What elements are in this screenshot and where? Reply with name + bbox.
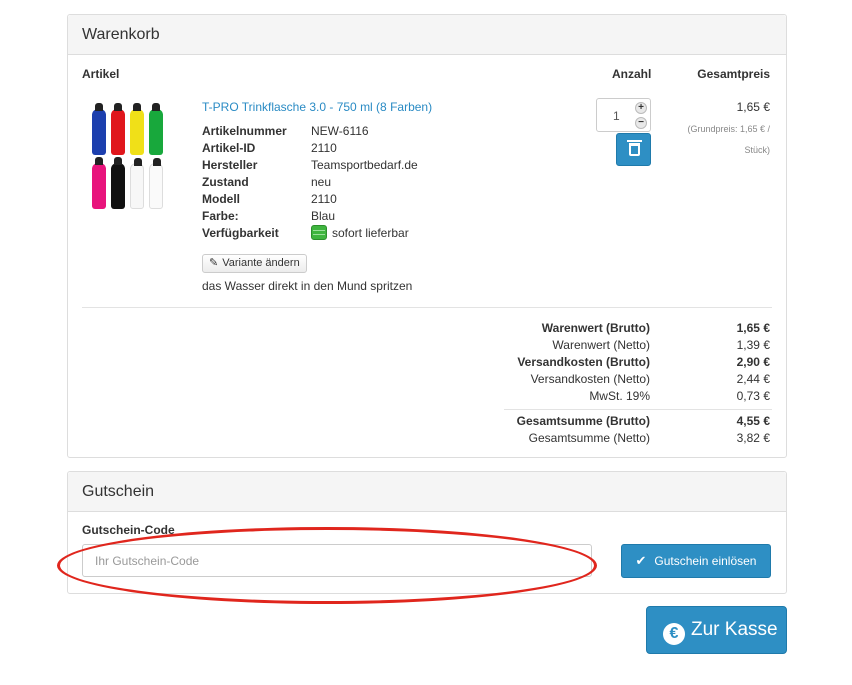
spec-label: Hersteller [202,158,258,172]
column-header-quantity: Anzahl [612,67,652,81]
checkout-button[interactable]: € Zur Kasse [646,606,787,654]
stock-status-icon [311,225,327,240]
spec-value: 2110 [311,141,337,155]
summary-value: 1,65 € [736,321,770,335]
bottle-red [111,103,125,155]
checkmark-icon: ✔ [635,553,647,568]
summary-value: 3,82 € [736,431,770,445]
summary-label: Gesamtsumme (Brutto) [516,414,650,428]
spec-label: Zustand [202,175,249,189]
bottle-white [130,158,144,209]
euro-icon: € [663,623,685,645]
divider [82,307,772,308]
summary-label: Warenwert (Netto) [552,338,650,352]
pencil-icon: ✎ [209,257,219,269]
spec-value: neu [311,175,332,189]
item-price: 1,65 € [736,100,770,114]
bottle-yellow [130,103,144,155]
summary-label: Gesamtsumme (Netto) [528,431,650,445]
checkout-label: Zur Kasse [691,619,778,640]
spec-label: Artikelnummer [202,124,287,138]
column-header-total: Gesamtpreis [697,67,770,81]
spec-value: 2110 [311,192,337,206]
column-header-article: Artikel [82,67,120,81]
summary-label: Versandkosten (Brutto) [517,355,650,369]
spec-label: Verfügbarkeit [202,226,279,240]
summary-value: 2,44 € [736,372,770,386]
increment-icon[interactable]: + [635,102,647,114]
cart-heading: Warenkorb [68,15,786,55]
bottle-black [111,157,125,209]
summary-label: MwSt. 19% [589,389,650,403]
base-price: (Grundpreis: 1,65 € / Stück) [687,124,770,155]
decrement-icon[interactable]: − [635,117,647,129]
summary-value: 4,55 € [736,414,770,428]
product-title-link[interactable]: T-PRO Trinkflasche 3.0 - 750 ml (8 Farbe… [202,100,432,114]
bottle-clear [149,158,163,209]
voucher-panel: Gutschein Gutschein-Code ✔ Gutschein einl… [67,471,787,594]
spec-value: NEW-6116 [311,124,369,138]
spec-label: Farbe: [202,209,239,223]
bottle-pink [92,157,106,209]
spec-value: Teamsportbedarf.de [311,158,418,172]
redeem-voucher-button[interactable]: ✔ Gutschein einlösen [621,544,771,578]
availability-text: sofort lieferbar [332,226,409,240]
trash-icon [627,140,642,156]
summary-label: Warenwert (Brutto) [541,321,650,335]
summary-value: 0,73 € [736,389,770,403]
voucher-code-label: Gutschein-Code [82,523,175,537]
spec-value: Blau [311,209,336,223]
spec-label: Artikel-ID [202,141,256,155]
voucher-heading: Gutschein [68,472,786,512]
delete-item-button[interactable] [616,133,651,166]
change-variant-label: Variante ändern [222,257,300,269]
change-variant-button[interactable]: ✎ Variante ändern [202,254,307,273]
quantity-stepper[interactable]: 1 + − [596,98,651,132]
voucher-code-input[interactable] [82,544,592,577]
product-description: das Wasser direkt in den Mund spritzen [202,279,413,293]
summary-value: 1,39 € [736,338,770,352]
cart-panel: Warenkorb Artikel Anzahl Gesamtpreis T-P… [67,14,787,458]
product-image[interactable] [90,103,170,215]
summary-value: 2,90 € [736,355,770,369]
bottle-green [149,103,163,155]
availability: sofort lieferbar [311,225,409,240]
redeem-voucher-label: Gutschein einlösen [654,554,757,568]
spec-label: Modell [202,192,240,206]
quantity-value[interactable]: 1 [613,109,620,123]
divider [504,409,772,410]
summary-label: Versandkosten (Netto) [530,372,650,386]
bottle-blue [92,103,106,155]
